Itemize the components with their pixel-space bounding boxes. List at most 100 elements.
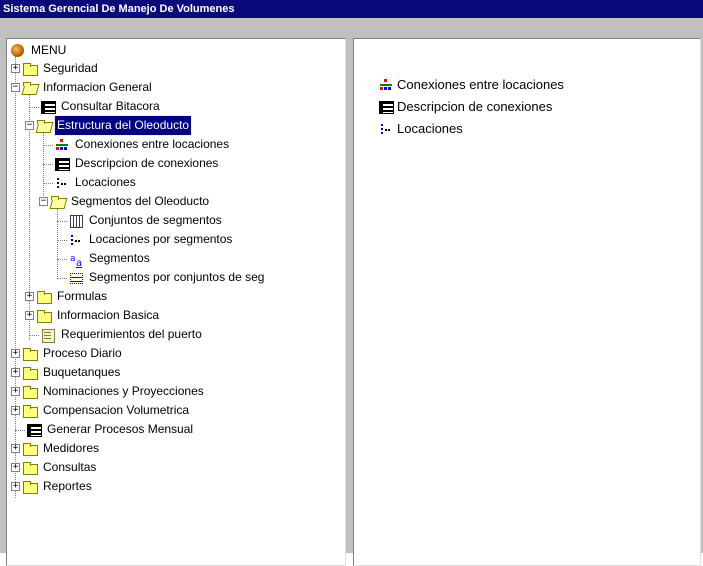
tree-label: Requerimientos del puerto bbox=[61, 327, 202, 341]
folder-open-icon bbox=[50, 195, 66, 209]
detail-label: Descripcion de conexiones bbox=[397, 99, 553, 114]
tree-line bbox=[43, 164, 53, 165]
form-icon bbox=[378, 100, 394, 114]
tree-label: Consultas bbox=[43, 460, 97, 474]
tree-label: Locaciones por segmentos bbox=[89, 232, 233, 246]
locations-icon bbox=[68, 233, 84, 247]
tree-root[interactable]: MENU bbox=[10, 41, 68, 60]
folder-icon bbox=[36, 290, 52, 304]
connections-icon bbox=[54, 138, 70, 152]
expand-icon[interactable]: + bbox=[11, 482, 20, 491]
tree-label: Locaciones bbox=[75, 175, 136, 189]
connections-icon bbox=[378, 78, 394, 92]
collapse-icon[interactable]: − bbox=[25, 121, 34, 130]
tree-item-generar-procesos[interactable]: Generar Procesos Mensual bbox=[26, 420, 195, 439]
tree-line bbox=[29, 335, 39, 336]
tree-line bbox=[43, 183, 53, 184]
tree-item-buquetanques[interactable]: Buquetanques bbox=[22, 363, 122, 382]
tree-line bbox=[29, 94, 30, 340]
tree-item-locaciones-por-segmentos[interactable]: Locaciones por segmentos bbox=[68, 230, 234, 249]
detail-item-conexiones[interactable]: Conexiones entre locaciones bbox=[378, 75, 564, 95]
tree-label: Segmentos por conjuntos de seg bbox=[89, 270, 265, 284]
tree-label: Nominaciones y Proyecciones bbox=[43, 384, 204, 398]
form-icon bbox=[54, 157, 70, 171]
tree-line bbox=[57, 209, 58, 279]
globe-icon bbox=[10, 43, 26, 58]
tree-item-informacion-basica[interactable]: Informacion Basica bbox=[36, 306, 161, 325]
tree-label: Segmentos del Oleoducto bbox=[71, 194, 210, 208]
tree-item-seguridad[interactable]: Seguridad bbox=[22, 59, 100, 78]
folder-icon bbox=[22, 385, 38, 399]
folder-icon bbox=[22, 404, 38, 418]
tree-item-proceso-diario[interactable]: Proceso Diario bbox=[22, 344, 124, 363]
tree-label: Seguridad bbox=[43, 61, 98, 75]
tree-item-descripcion-conexiones[interactable]: Descripcion de conexiones bbox=[54, 154, 220, 173]
detail-item-descripcion[interactable]: Descripcion de conexiones bbox=[378, 97, 552, 117]
tree-line bbox=[29, 107, 39, 108]
collapse-icon[interactable]: − bbox=[11, 83, 20, 92]
folder-icon bbox=[22, 366, 38, 380]
detail-item-locaciones[interactable]: Locaciones bbox=[378, 119, 463, 139]
tree-label: Buquetanques bbox=[43, 365, 121, 379]
table-icon bbox=[68, 214, 84, 228]
tree-line bbox=[57, 221, 67, 222]
folder-icon bbox=[36, 309, 52, 323]
tree-item-conexiones-entre-locaciones[interactable]: Conexiones entre locaciones bbox=[54, 135, 231, 154]
expand-icon[interactable]: + bbox=[11, 463, 20, 472]
tree-item-nominaciones[interactable]: Nominaciones y Proyecciones bbox=[22, 382, 206, 401]
tree-label: Reportes bbox=[43, 479, 92, 493]
tree-label: Segmentos bbox=[89, 251, 150, 265]
tree-item-reportes[interactable]: Reportes bbox=[22, 477, 94, 496]
folder-open-icon bbox=[22, 81, 38, 95]
main-window: MENU + Seguridad − Informacion General C… bbox=[0, 18, 703, 566]
tree-label: MENU bbox=[31, 43, 67, 57]
tree-item-estructura-oleoducto[interactable]: Estructura del Oleoducto bbox=[36, 115, 193, 136]
tree-item-formulas[interactable]: Formulas bbox=[36, 287, 109, 306]
tree-label: Conjuntos de segmentos bbox=[89, 213, 222, 227]
tree-label: Informacion Basica bbox=[57, 308, 160, 322]
expand-icon[interactable]: + bbox=[11, 368, 20, 377]
tree-item-consultas[interactable]: Consultas bbox=[22, 458, 98, 477]
form-icon bbox=[40, 100, 56, 114]
tree-line bbox=[43, 132, 44, 204]
tree-line bbox=[15, 56, 16, 498]
tree-label: Descripcion de conexiones bbox=[75, 156, 219, 170]
tree-item-consultar-bitacora[interactable]: Consultar Bitacora bbox=[40, 97, 162, 116]
detail-label: Conexiones entre locaciones bbox=[397, 77, 564, 92]
tree-item-segmentos-por-conjuntos[interactable]: Segmentos por conjuntos de seg bbox=[68, 268, 266, 287]
tree-label: Informacion General bbox=[43, 80, 152, 94]
tree-item-medidores[interactable]: Medidores bbox=[22, 439, 101, 458]
tree-item-conjuntos-segmentos[interactable]: Conjuntos de segmentos bbox=[68, 211, 224, 230]
expand-icon[interactable]: + bbox=[11, 387, 20, 396]
tree-item-segmentos-oleoducto[interactable]: Segmentos del Oleoducto bbox=[50, 192, 211, 211]
folder-icon bbox=[22, 480, 38, 494]
menu-tree[interactable]: MENU + Seguridad − Informacion General C… bbox=[6, 38, 346, 566]
expand-icon[interactable]: + bbox=[11, 64, 20, 73]
tree-item-compensacion[interactable]: Compensacion Volumetrica bbox=[22, 401, 191, 420]
locations-icon bbox=[54, 176, 70, 190]
collapse-icon[interactable]: − bbox=[39, 197, 48, 206]
tree-item-requerimientos-puerto[interactable]: Requerimientos del puerto bbox=[40, 325, 204, 344]
expand-icon[interactable]: + bbox=[11, 349, 20, 358]
tree-label: Medidores bbox=[43, 441, 100, 455]
expand-icon[interactable]: + bbox=[25, 311, 34, 320]
tree-item-locaciones[interactable]: Locaciones bbox=[54, 173, 138, 192]
folder-icon bbox=[22, 62, 38, 76]
folder-icon bbox=[22, 461, 38, 475]
expand-icon[interactable]: + bbox=[11, 444, 20, 453]
expand-icon[interactable]: + bbox=[11, 406, 20, 415]
tree-label: Consultar Bitacora bbox=[61, 99, 160, 113]
tree-line bbox=[57, 240, 67, 241]
tree-label: Conexiones entre locaciones bbox=[75, 137, 230, 151]
detail-pane: Conexiones entre locaciones Descripcion … bbox=[353, 38, 701, 566]
tree-item-informacion-general[interactable]: Informacion General bbox=[22, 78, 154, 97]
folder-icon bbox=[22, 347, 38, 361]
tree-label: Generar Procesos Mensual bbox=[47, 422, 194, 436]
tree-line bbox=[57, 259, 67, 260]
expand-icon[interactable]: + bbox=[25, 292, 34, 301]
tree-label: Proceso Diario bbox=[43, 346, 122, 360]
detail-label: Locaciones bbox=[397, 121, 463, 136]
folder-open-icon bbox=[36, 119, 52, 133]
segment-icon bbox=[68, 250, 84, 273]
tree-item-segmentos[interactable]: Segmentos bbox=[68, 249, 152, 273]
